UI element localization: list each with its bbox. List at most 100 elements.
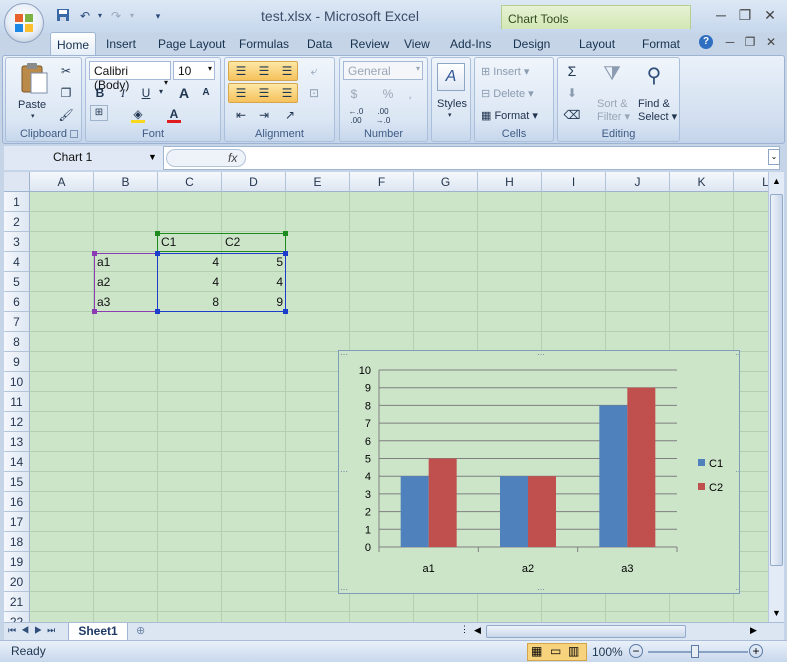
sort-filter-button[interactable]: Sort & Filter ▾	[597, 98, 630, 124]
font-size-select[interactable]: 10 ▾	[173, 61, 215, 80]
workbook-minimize-icon[interactable]: ─	[720, 33, 740, 51]
vertical-scroll-thumb[interactable]	[770, 194, 783, 566]
delete-cells-button[interactable]: ⊟ Delete ▾	[481, 87, 534, 100]
fill-icon[interactable]: ⬇	[562, 83, 582, 103]
y-tick-label: 1	[365, 524, 371, 536]
fill-color-icon[interactable]: ◈	[128, 104, 148, 124]
align-right-icon[interactable]: ☰	[277, 83, 297, 103]
sheet-tab-sheet1[interactable]: Sheet1	[68, 623, 128, 641]
name-box-dropdown-icon[interactable]: ▼	[148, 152, 157, 162]
page-break-view-icon[interactable]: ▥	[568, 644, 579, 658]
autosum-button[interactable]: Σ	[562, 61, 582, 81]
bold-button[interactable]: B	[90, 83, 110, 103]
range-handle[interactable]	[283, 251, 288, 256]
range-handle[interactable]	[155, 309, 160, 314]
align-middle-icon[interactable]: ☰	[254, 61, 274, 81]
workbook-close-icon[interactable]: ✕	[761, 33, 781, 51]
format-painter-icon[interactable]: 🖌	[56, 105, 76, 125]
zoom-slider-thumb[interactable]	[691, 645, 699, 658]
vertical-scrollbar[interactable]: ▲ ▼	[768, 172, 784, 622]
increase-decimal-button[interactable]: ←.0 .00	[343, 107, 369, 127]
percent-button[interactable]: %	[378, 84, 398, 104]
orientation-icon[interactable]: ↗	[280, 105, 300, 125]
office-button[interactable]	[4, 3, 44, 43]
decrease-decimal-button[interactable]: .00 →.0	[370, 107, 396, 127]
font-name-select[interactable]: Calibri (Body) ▾	[89, 61, 171, 92]
sheet-nav-icons[interactable]: ⏮◀▶⏭	[8, 625, 60, 636]
close-icon[interactable]: ✕	[760, 6, 780, 24]
align-top-icon[interactable]: ☰	[231, 61, 251, 81]
cut-icon[interactable]: ✂	[56, 61, 76, 81]
tab-layout[interactable]: Layout	[579, 37, 615, 51]
hscroll-split-icon[interactable]: ⋮	[460, 624, 469, 635]
name-box[interactable]: Chart 1	[5, 148, 163, 168]
merge-center-icon[interactable]: ⊡	[304, 83, 324, 103]
borders-icon[interactable]: ⊞	[90, 105, 108, 121]
minimize-icon[interactable]: ─	[711, 6, 731, 24]
insert-sheet-icon[interactable]: ⊕	[136, 624, 156, 639]
clear-icon[interactable]: ⌫	[562, 105, 582, 125]
grow-font-button[interactable]: A	[174, 83, 194, 103]
normal-view-icon[interactable]: ▦	[531, 644, 542, 658]
insert-cells-button[interactable]: ⊞ Insert ▾	[481, 65, 529, 78]
tab-view[interactable]: View	[404, 37, 430, 51]
range-handle[interactable]	[155, 231, 160, 236]
tab-page-layout[interactable]: Page Layout	[158, 37, 225, 51]
increase-indent-icon[interactable]: ⇥	[254, 105, 274, 125]
restore-icon[interactable]: ❐	[735, 6, 755, 24]
number-format-select[interactable]: General ▾	[343, 61, 423, 80]
expand-formula-bar-icon[interactable]: ⌄	[768, 149, 780, 165]
copy-icon[interactable]: ❐	[56, 83, 76, 103]
align-left-icon[interactable]: ☰	[231, 83, 251, 103]
chart-tools-label: Chart Tools	[501, 5, 691, 29]
font-group: Calibri (Body) ▾ 10 ▾ B I U ▾ A A ⊞ ◈ A Fo…	[85, 57, 221, 142]
shrink-font-button[interactable]: A	[196, 83, 216, 103]
scroll-up-icon[interactable]: ▲	[772, 176, 781, 186]
tab-add-ins[interactable]: Add-Ins	[450, 37, 491, 51]
range-handle[interactable]	[283, 309, 288, 314]
italic-button[interactable]: I	[113, 83, 133, 103]
underline-button[interactable]: U	[136, 83, 156, 103]
range-handle[interactable]	[283, 231, 288, 236]
range-handle[interactable]	[92, 251, 97, 256]
scroll-right-icon[interactable]: ▶	[750, 625, 757, 636]
zoom-level[interactable]: 100%	[592, 645, 623, 659]
range-handle[interactable]	[155, 251, 160, 256]
align-bottom-icon[interactable]: ☰	[277, 61, 297, 81]
currency-icon[interactable]: $	[344, 84, 364, 104]
horizontal-scroll-thumb[interactable]	[486, 625, 686, 638]
range-handle[interactable]	[92, 309, 97, 314]
decrease-indent-icon[interactable]: ⇤	[231, 105, 251, 125]
binoculars-icon[interactable]: ⚲	[640, 63, 668, 91]
editing-group: Σ ⬇ ⌫ ⧩ Sort & Filter ▾ ⚲ Find & Select ▾ …	[557, 57, 680, 142]
paste-button[interactable]: Paste ▾	[13, 62, 53, 120]
tab-design[interactable]: Design	[513, 37, 550, 51]
scroll-left-icon[interactable]: ◀	[474, 625, 481, 636]
clipboard-launcher-icon[interactable]	[70, 130, 78, 138]
tab-data[interactable]: Data	[307, 37, 332, 51]
tab-home[interactable]: Home	[50, 32, 96, 56]
scroll-down-icon[interactable]: ▼	[772, 608, 781, 618]
bar-C1-a1	[400, 476, 429, 547]
tab-insert[interactable]: Insert	[106, 37, 136, 51]
tab-review[interactable]: Review	[350, 37, 389, 51]
formula-input[interactable]	[248, 148, 766, 168]
styles-icon[interactable]: A	[437, 63, 465, 91]
format-cells-button[interactable]: ▦ Format ▾	[481, 109, 538, 122]
page-layout-view-icon[interactable]: ▭	[550, 644, 561, 658]
styles-button[interactable]: Styles	[437, 98, 467, 110]
zoom-out-icon[interactable]: −	[629, 644, 643, 658]
tab-format[interactable]: Format	[642, 37, 680, 51]
zoom-in-icon[interactable]: +	[749, 644, 763, 658]
font-color-button[interactable]: A	[164, 104, 184, 124]
workbook-restore-icon[interactable]: ❐	[740, 33, 760, 51]
sort-filter-icon[interactable]: ⧩	[598, 63, 626, 91]
tab-formulas[interactable]: Formulas	[239, 37, 289, 51]
insert-function-button[interactable]: fx	[228, 151, 237, 165]
find-select-button[interactable]: Find & Select ▾	[638, 98, 677, 124]
help-icon[interactable]: ?	[699, 35, 713, 49]
comma-button[interactable]: ,	[400, 84, 420, 104]
chart-object[interactable]: 0 1 2 3 4 5 6 7 8 9 10 a1 a2 a3 C1 C2 ⋯ ⋯ ⋯ ⋯ ⋯ ⋯ ⋯ ⋯	[338, 350, 743, 594]
align-center-icon[interactable]: ☰	[254, 83, 274, 103]
wrap-text-icon[interactable]: ⤶	[304, 61, 324, 81]
